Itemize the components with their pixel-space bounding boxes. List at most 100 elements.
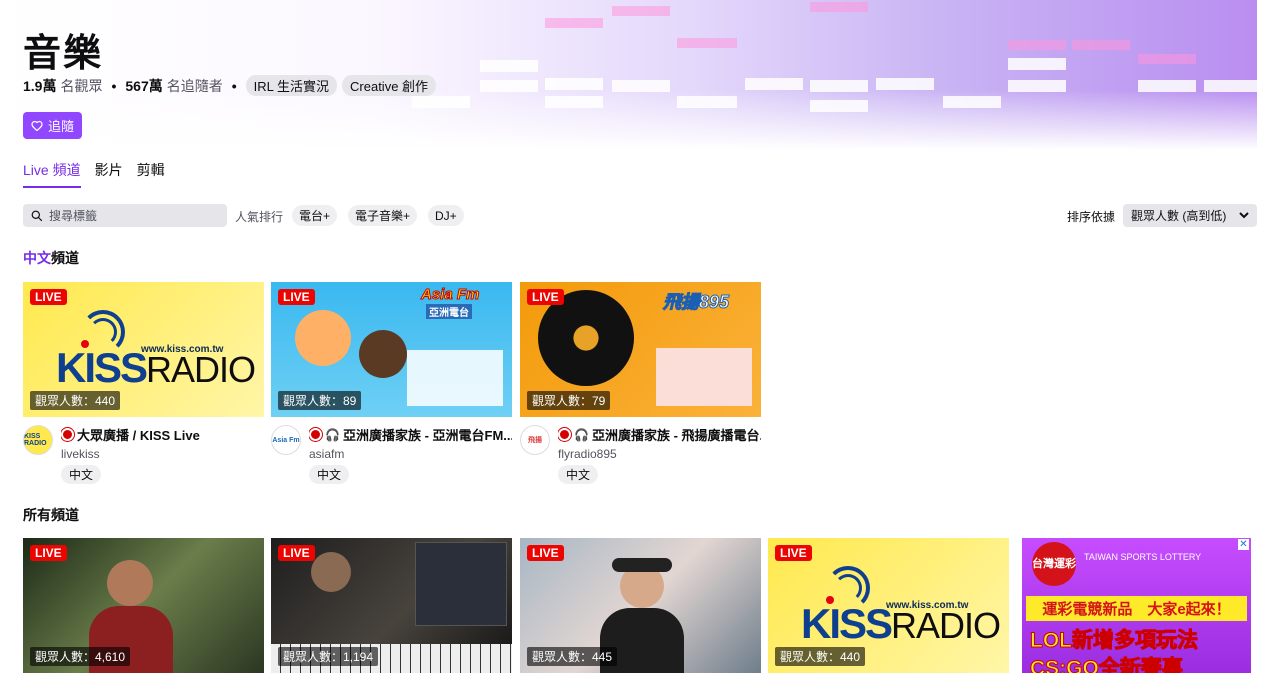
live-badge: LIVE <box>278 289 315 305</box>
close-icon[interactable]: ✕ <box>1238 539 1249 550</box>
viewers-label: 名觀眾 <box>60 77 103 94</box>
logo-kiss: KISS <box>801 600 893 647</box>
stream-card[interactable]: 飛揚895 LIVE 觀眾人數：79 飛揚 🎧 亞洲廣播家族 - 飛揚廣播電台..… <box>520 282 761 484</box>
viewer-count: 觀眾人數：4,610 <box>30 647 131 666</box>
heart-icon <box>31 120 43 131</box>
chip-electronic[interactable]: 電子音樂 + <box>348 205 418 226</box>
viewer-count: 觀眾人數：1,194 <box>278 647 379 666</box>
tag-creative[interactable]: Creative 創作 <box>342 75 437 96</box>
thumb-logo: KISSRADIO <box>801 600 1001 648</box>
tab-live-channels[interactable]: Live 頻道 <box>23 160 81 188</box>
stream-card[interactable]: www.kiss.com.tw KISSRADIO LIVE 觀眾人數：440 … <box>23 282 264 484</box>
chip-label: 電子音樂 <box>355 209 404 223</box>
plus-icon: + <box>323 208 331 223</box>
viewer-count: 觀眾人數：79 <box>527 391 611 410</box>
chip-radio[interactable]: 電台 + <box>292 205 338 226</box>
poster-panel <box>656 348 752 406</box>
chip-label: 電台 <box>299 209 324 223</box>
live-badge: LIVE <box>527 289 564 305</box>
channel-name[interactable]: asiafm <box>309 447 512 461</box>
section-chinese-channels: 中文頻道 <box>23 248 79 268</box>
advertisement[interactable]: ✕ 台灣運彩 TAIWAN SPORTS LOTTERY 運彩電競新品 大家e起… <box>1022 538 1251 673</box>
viewer-count: 觀眾人數：89 <box>278 391 362 410</box>
stream-title-text: 亞洲廣播家族 - 飛揚廣播電台... <box>591 428 761 443</box>
separator-dot: • <box>231 77 237 94</box>
stream-title[interactable]: 🎧 亞洲廣播家族 - 飛揚廣播電台... <box>558 425 761 444</box>
stream-thumbnail[interactable]: www.kiss.com.tw KISSRADIO LIVE 觀眾人數：440 <box>23 282 264 417</box>
language-tag[interactable]: 中文 <box>309 465 350 484</box>
stream-thumbnail[interactable]: Asia Fm 亞洲電台 LIVE 觀眾人數：89 <box>271 282 512 417</box>
stream-thumbnail[interactable]: 飛揚895 LIVE 觀眾人數：79 <box>520 282 761 417</box>
category-stats: 1.9萬 名觀眾 • 567萬 名追隨者 • IRL 生活實況 Creative… <box>23 75 441 96</box>
ad-line3: CS:GO全新賽事 <box>1030 657 1184 673</box>
stream-thumbnail[interactable]: LIVE 觀眾人數：4,610 <box>23 538 264 673</box>
stream-thumbnail[interactable]: www.kiss.com.tw KISSRADIO LIVE 觀眾人數：440 <box>768 538 1009 673</box>
chevron-down-icon <box>1239 212 1249 219</box>
record-icon <box>558 428 571 441</box>
thumb-brand: Asia Fm <box>420 286 480 304</box>
stream-thumbnail[interactable]: LIVE 觀眾人數：1,194 <box>271 538 512 673</box>
sort-value: 觀眾人數 (高到低) <box>1131 209 1227 223</box>
stream-card[interactable]: www.kiss.com.tw KISSRADIO LIVE 觀眾人數：440 <box>768 538 1009 673</box>
chip-dj[interactable]: DJ + <box>428 205 464 226</box>
tab-videos[interactable]: 影片 <box>95 160 123 188</box>
ad-line1: 運彩電競新品 大家e起來！ <box>1026 596 1247 621</box>
tag-search <box>23 204 227 227</box>
cartoon-character <box>359 330 407 378</box>
headphones-icon: 🎧 <box>574 427 589 442</box>
record-icon <box>309 428 322 441</box>
signal-icon-inner <box>89 318 117 346</box>
thumb-sub: 亞洲電台 <box>426 304 472 319</box>
viewers-count: 1.9萬 <box>23 77 57 94</box>
tag-irl[interactable]: IRL 生活實況 <box>245 75 338 96</box>
channel-name[interactable]: livekiss <box>61 447 264 461</box>
language-tag[interactable]: 中文 <box>558 465 599 484</box>
section-accent[interactable]: 中文 <box>23 250 51 266</box>
ad-line2: LOL新增多項玩法 <box>1030 629 1199 653</box>
live-badge: LIVE <box>30 545 67 561</box>
live-badge: LIVE <box>278 545 315 561</box>
logo-radio: RADIO <box>146 349 256 390</box>
search-icon <box>31 210 43 221</box>
content-tabs: Live 頻道 影片 剪輯 <box>23 160 165 188</box>
stream-thumbnail[interactable]: LIVE 觀眾人數：445 <box>520 538 761 673</box>
follow-label: 追隨 <box>47 119 74 134</box>
live-badge: LIVE <box>30 289 67 305</box>
search-input[interactable] <box>49 208 209 223</box>
ad-logo: 台灣運彩 <box>1032 542 1076 586</box>
avatar[interactable]: Asia Fm <box>271 425 301 455</box>
separator-dot: • <box>111 77 117 94</box>
headset-image <box>612 558 672 572</box>
live-badge: LIVE <box>527 545 564 561</box>
sort-dropdown[interactable]: 觀眾人數 (高到低) <box>1123 204 1257 227</box>
cartoon-character <box>295 310 351 366</box>
section-suffix: 頻道 <box>51 250 79 266</box>
avatar[interactable]: KISS RADIO <box>23 425 53 455</box>
channel-name[interactable]: flyradio895 <box>558 447 761 461</box>
stream-title-text: 大眾廣播 / KISS Live <box>77 428 200 443</box>
thumb-brand: 飛揚895 <box>662 292 730 313</box>
followers-label: 名追隨者 <box>166 77 223 94</box>
streamer-image <box>107 560 153 606</box>
stream-title[interactable]: 大眾廣播 / KISS Live <box>61 425 264 444</box>
plus-icon: + <box>449 208 457 223</box>
screen-overlay <box>415 542 507 626</box>
viewer-count: 觀眾人數：440 <box>775 647 866 666</box>
follow-button[interactable]: 追隨 <box>23 112 82 139</box>
stream-title-text: 亞洲廣播家族 - 亞洲電台FM... <box>342 428 512 443</box>
stream-card[interactable]: LIVE 觀眾人數：1,194 <box>271 538 512 673</box>
live-badge: LIVE <box>775 545 812 561</box>
stream-card[interactable]: Asia Fm 亞洲電台 LIVE 觀眾人數：89 Asia Fm 🎧 亞洲廣播家… <box>271 282 512 484</box>
stream-card[interactable]: LIVE 觀眾人數：445 <box>520 538 761 673</box>
stream-title[interactable]: 🎧 亞洲廣播家族 - 亞洲電台FM... <box>309 425 512 444</box>
viewer-count: 觀眾人數：440 <box>30 391 121 410</box>
language-tag[interactable]: 中文 <box>61 465 102 484</box>
chip-label: DJ <box>435 208 450 223</box>
logo-radio: RADIO <box>891 605 1001 646</box>
followers-count: 567萬 <box>125 77 163 94</box>
avatar[interactable]: 飛揚 <box>520 425 550 455</box>
stream-card[interactable]: LIVE 觀眾人數：4,610 <box>23 538 264 673</box>
record-icon <box>61 428 74 441</box>
tab-clips[interactable]: 剪輯 <box>137 160 165 188</box>
headphones-icon: 🎧 <box>325 427 340 442</box>
